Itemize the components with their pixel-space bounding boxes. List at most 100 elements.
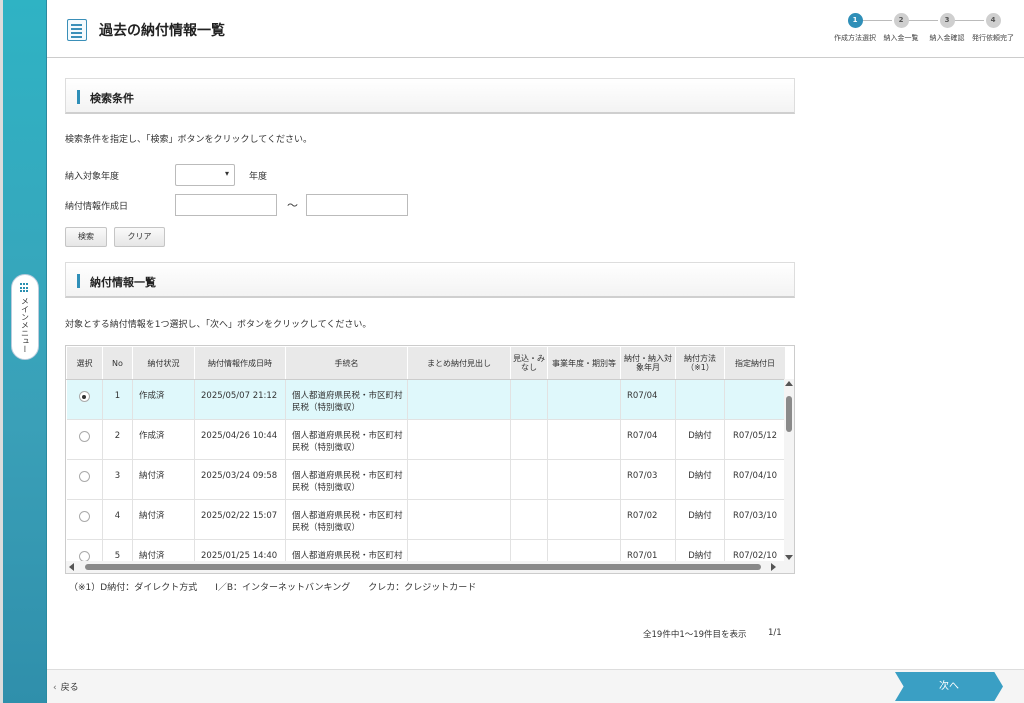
scroll-left-icon[interactable] [69, 563, 74, 571]
section-accent [77, 274, 80, 288]
back-button[interactable]: ‹ 戻る [53, 680, 79, 693]
method-cell: D納付 [675, 459, 725, 500]
step-4-number: 4 [985, 13, 1001, 28]
search-instruction: 検索条件を指定し、「検索」ボタンをクリックしてください。 [65, 135, 312, 145]
scroll-up-icon[interactable] [785, 381, 793, 386]
procedure-cell: 個人都道府県民税・市区町村民税（特別徴収） [285, 499, 408, 540]
main-menu-tab[interactable]: メインメニュー [11, 274, 39, 360]
page-indicator: 1/1 [768, 628, 782, 638]
col-header: 指定納付日 [724, 346, 786, 380]
table-row[interactable]: 2 作成済 2025/04/26 10:44 個人都道府県民税・市区町村民税（特… [66, 419, 786, 460]
search-section-title: 検索条件 [90, 92, 134, 105]
select-cell [66, 459, 103, 500]
period-cell [547, 499, 621, 540]
no-cell: 3 [102, 459, 133, 500]
date-from-input[interactable] [175, 194, 277, 216]
col-header: 手続名 [285, 346, 408, 380]
vertical-scroll-thumb[interactable] [786, 396, 792, 432]
created-cell: 2025/03/24 09:58 [194, 459, 286, 500]
period-cell [547, 459, 621, 500]
search-section-header: 検索条件 [65, 78, 795, 114]
step-3-label: 納入金確認 [929, 34, 965, 42]
scroll-right-icon[interactable] [771, 563, 776, 571]
due-date-cell: R07/04/10 [724, 459, 786, 500]
horizontal-scroll-thumb[interactable] [85, 564, 761, 570]
main-panel: 過去の納付情報一覧 1 作成方法選択 2 納入金一覧 3 納入金確認 4 発行依… [47, 0, 1024, 703]
col-header: 納付情報作成日時 [194, 346, 286, 380]
due-date-cell: R07/03/10 [724, 499, 786, 540]
summary-cell [407, 499, 511, 540]
date-to-input[interactable] [306, 194, 408, 216]
target-month-cell: R07/03 [620, 459, 676, 500]
main-menu-label: メインメニュー [20, 297, 30, 353]
col-header: 事業年度・期別等 [547, 346, 621, 380]
page-title: 過去の納付情報一覧 [99, 23, 225, 39]
step-4-label: 発行依頼完了 [972, 34, 1014, 42]
col-header: 納付方法（※1） [675, 346, 725, 380]
clear-button[interactable]: クリア [114, 227, 165, 247]
step-indicator: 1 作成方法選択 2 納入金一覧 3 納入金確認 4 発行依頼完了 [828, 13, 1018, 43]
page-header: 過去の納付情報一覧 1 作成方法選択 2 納入金一覧 3 納入金確認 4 発行依… [47, 0, 1024, 58]
status-cell: 作成済 [132, 419, 195, 460]
step-4: 4 発行依頼完了 [970, 13, 1016, 43]
step-1-label: 作成方法選択 [834, 34, 876, 42]
col-header: まとめ納付見出し [407, 346, 511, 380]
table-row[interactable]: 3 納付済 2025/03/24 09:58 個人都道府県民税・市区町村民税（特… [66, 459, 786, 500]
summary-cell [407, 419, 511, 460]
payment-method-footnote: （※1）D納付：ダイレクト方式 I／B：インターネットバンキング クレカ：クレジ… [69, 583, 477, 593]
chevron-left-icon: ‹ [53, 683, 57, 693]
list-instruction: 対象とする納付情報を1つ選択し、「次へ」ボタンをクリックしてください。 [65, 320, 372, 330]
row-radio[interactable] [78, 471, 90, 482]
col-header: 納付・納入対象年月 [620, 346, 676, 380]
col-header: No [102, 346, 133, 380]
method-cell: D納付 [675, 499, 725, 540]
mikomi-cell [510, 419, 548, 460]
mikomi-cell [510, 459, 548, 500]
summary-cell [407, 379, 511, 420]
list-section-header: 納付情報一覧 [65, 262, 795, 298]
step-3-number: 3 [939, 13, 955, 28]
created-cell: 2025/02/22 15:07 [194, 499, 286, 540]
target-month-cell: R07/02 [620, 499, 676, 540]
period-cell [547, 379, 621, 420]
table-vertical-scrollbar[interactable] [784, 379, 794, 562]
row-radio[interactable] [78, 511, 90, 522]
year-select[interactable] [175, 164, 235, 186]
method-cell [675, 379, 725, 420]
date-label: 納付情報作成日 [65, 202, 129, 212]
select-cell [66, 419, 103, 460]
method-cell: D納付 [675, 419, 725, 460]
target-month-cell: R07/04 [620, 419, 676, 460]
procedure-cell: 個人都道府県民税・市区町村民税（特別徴収） [285, 379, 408, 420]
status-cell: 作成済 [132, 379, 195, 420]
due-date-cell [724, 379, 786, 420]
row-radio[interactable] [78, 391, 90, 402]
payment-table-grid: 選択 No 納付状況 納付情報作成日時 手続名 まとめ納付見出し 見込・みなし … [66, 346, 786, 573]
mikomi-cell [510, 499, 548, 540]
step-2-label: 納入金一覧 [883, 34, 919, 42]
table-horizontal-scrollbar[interactable] [66, 561, 794, 573]
created-cell: 2025/05/07 21:12 [194, 379, 286, 420]
select-cell [66, 379, 103, 420]
scroll-down-icon[interactable] [785, 555, 793, 560]
payment-table: 選択 No 納付状況 納付情報作成日時 手続名 まとめ納付見出し 見込・みなし … [65, 345, 795, 574]
search-button[interactable]: 検索 [65, 227, 107, 247]
select-cell [66, 499, 103, 540]
step-1-number: 1 [847, 13, 863, 28]
created-cell: 2025/04/26 10:44 [194, 419, 286, 460]
grid-menu-icon [20, 283, 30, 293]
mikomi-cell [510, 379, 548, 420]
table-row[interactable]: 1 作成済 2025/05/07 21:12 個人都道府県民税・市区町村民税（特… [66, 379, 786, 420]
step-1: 1 作成方法選択 [832, 13, 878, 43]
table-row[interactable]: 4 納付済 2025/02/22 15:07 個人都道府県民税・市区町村民税（特… [66, 499, 786, 540]
due-date-cell: R07/05/12 [724, 419, 786, 460]
back-label: 戻る [60, 683, 79, 693]
step-2: 2 納入金一覧 [878, 13, 924, 43]
year-label: 納入対象年度 [65, 172, 120, 182]
list-section-title: 納付情報一覧 [90, 276, 156, 289]
no-cell: 1 [102, 379, 133, 420]
next-button[interactable]: 次へ [895, 672, 1003, 701]
row-radio[interactable] [78, 431, 90, 442]
result-count: 全19件中1～19件目を表示 [643, 630, 747, 640]
no-cell: 2 [102, 419, 133, 460]
